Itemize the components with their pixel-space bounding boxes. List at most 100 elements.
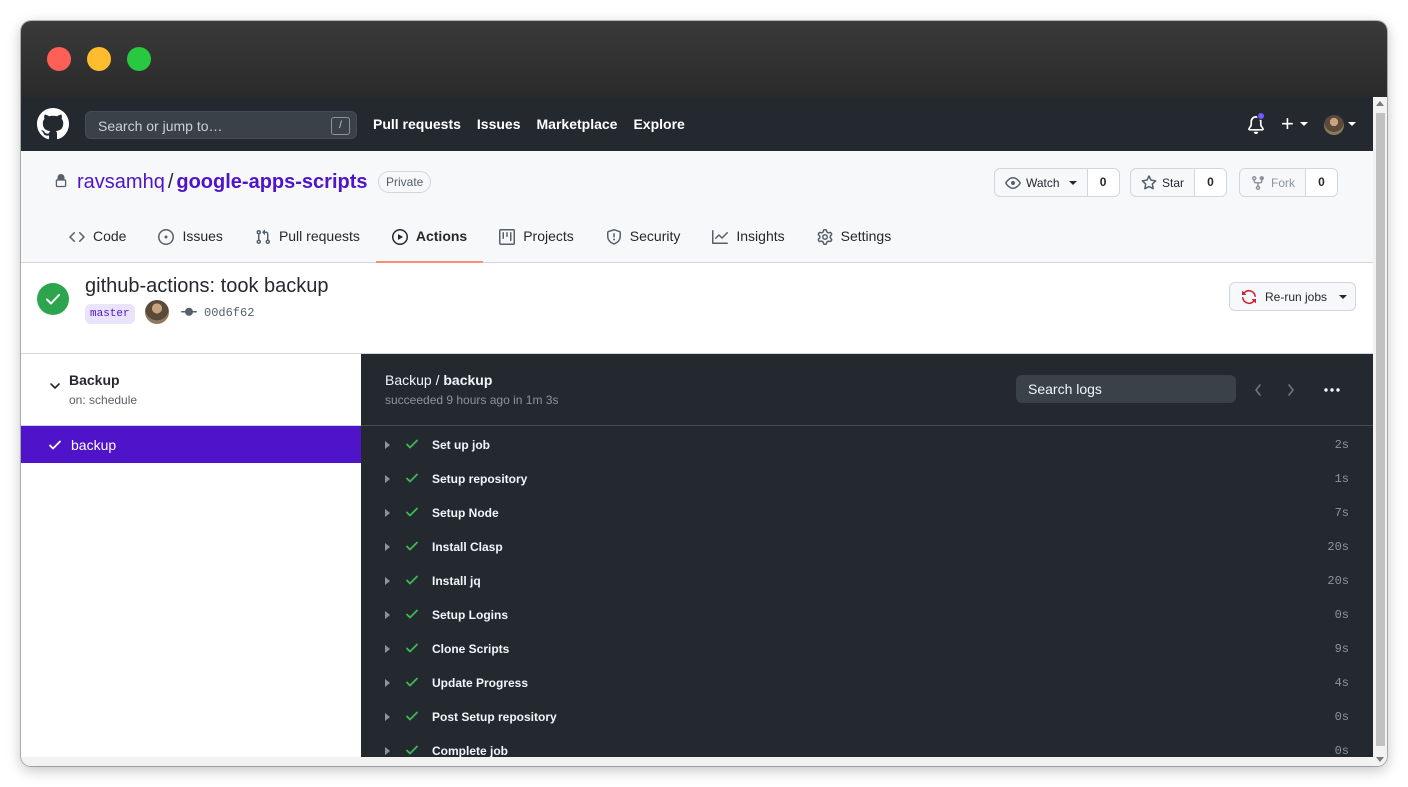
- scrollbar-thumb[interactable]: [1376, 113, 1385, 746]
- step-name: Setup Node: [432, 506, 499, 520]
- notification-indicator: [1257, 112, 1265, 120]
- window-titlebar: [21, 21, 1387, 97]
- kebab-horizontal-icon[interactable]: [1323, 381, 1341, 399]
- page-viewport: Search or jump to… / Pull requests Issue…: [21, 97, 1373, 757]
- scroll-up-arrow-icon[interactable]: [1376, 101, 1384, 106]
- check-icon: [406, 473, 418, 483]
- check-icon: [406, 439, 418, 449]
- step-row[interactable]: Install Clasp 20s: [361, 528, 1373, 562]
- expand-triangle-icon[interactable]: [385, 475, 390, 483]
- close-window-button[interactable]: [47, 47, 71, 71]
- log-job-name: backup: [443, 372, 493, 388]
- watch-button[interactable]: Watch: [995, 169, 1088, 196]
- step-row[interactable]: Install jq 20s: [361, 562, 1373, 596]
- branch-label[interactable]: master: [85, 304, 135, 324]
- expand-triangle-icon[interactable]: [385, 543, 390, 551]
- check-icon: [406, 575, 418, 585]
- tab-projects[interactable]: Projects: [483, 228, 590, 263]
- tab-label: Code: [93, 228, 127, 244]
- global-search-input[interactable]: Search or jump to… /: [85, 111, 357, 139]
- chevron-down-icon[interactable]: [1348, 122, 1356, 126]
- step-name: Update Progress: [432, 676, 529, 690]
- fork-count[interactable]: 0: [1306, 169, 1337, 196]
- expand-triangle-icon[interactable]: [385, 441, 390, 449]
- search-placeholder: Search or jump to…: [98, 118, 223, 134]
- commit-sha-link[interactable]: 00d6f62: [204, 306, 254, 320]
- maximize-window-button[interactable]: [127, 47, 151, 71]
- nav-issues[interactable]: Issues: [477, 116, 521, 132]
- star-count[interactable]: 0: [1195, 169, 1227, 196]
- expand-triangle-icon[interactable]: [385, 577, 390, 585]
- step-row[interactable]: Clone Scripts 9s: [361, 630, 1373, 664]
- tab-settings[interactable]: Settings: [801, 228, 908, 263]
- repo-name-link[interactable]: google-apps-scripts: [176, 171, 367, 193]
- step-duration: 1s: [1334, 472, 1349, 486]
- tab-pull-requests[interactable]: Pull requests: [239, 228, 376, 263]
- step-row[interactable]: Post Setup repository 0s: [361, 698, 1373, 732]
- issue-icon: [158, 229, 175, 245]
- rerun-jobs-button[interactable]: Re-run jobs: [1229, 282, 1356, 311]
- expand-triangle-icon[interactable]: [385, 509, 390, 517]
- repo-owner-link[interactable]: ravsamhq: [77, 171, 165, 193]
- step-name: Install Clasp: [432, 540, 503, 554]
- star-button-group: Star 0: [1130, 168, 1228, 197]
- chevron-right-icon[interactable]: [1286, 383, 1296, 397]
- step-row[interactable]: Update Progress 4s: [361, 664, 1373, 698]
- expand-triangle-icon[interactable]: [385, 747, 390, 755]
- tab-label: Insights: [736, 228, 785, 244]
- job-log-panel: Backup / backup succeeded 9 hours ago in…: [361, 354, 1373, 757]
- step-row[interactable]: Complete job 0s: [361, 732, 1373, 757]
- expand-triangle-icon[interactable]: [385, 645, 390, 653]
- expand-triangle-icon[interactable]: [385, 713, 390, 721]
- search-shortcut-hint: /: [331, 117, 350, 135]
- expand-triangle-icon[interactable]: [385, 679, 390, 687]
- watch-count[interactable]: 0: [1087, 169, 1119, 196]
- nav-pull-requests[interactable]: Pull requests: [373, 116, 461, 132]
- step-list: Set up job 2s Setup repository 1s Setup …: [361, 426, 1373, 757]
- chevron-down-icon: [1339, 294, 1348, 299]
- chevron-down-icon[interactable]: [1300, 122, 1308, 126]
- step-duration: 0s: [1334, 710, 1349, 724]
- horizontal-scrollbar[interactable]: [21, 757, 1373, 766]
- expand-triangle-icon[interactable]: [385, 611, 390, 619]
- step-name: Clone Scripts: [432, 642, 510, 656]
- repo-header: ravsamhq / google-apps-scripts Private Wat…: [21, 151, 1373, 263]
- step-duration: 20s: [1327, 540, 1349, 554]
- step-name: Complete job: [432, 744, 509, 757]
- tab-code[interactable]: Code: [53, 228, 142, 263]
- author-avatar[interactable]: [145, 300, 169, 324]
- graph-icon: [712, 230, 729, 244]
- fork-button[interactable]: Fork: [1240, 169, 1306, 196]
- gear-icon: [817, 229, 833, 245]
- watch-label: Watch: [1026, 175, 1060, 190]
- global-nav: Pull requests Issues Marketplace Explore: [373, 116, 685, 132]
- create-new-icon[interactable]: +: [1281, 111, 1294, 137]
- step-row[interactable]: Setup Logins 0s: [361, 596, 1373, 630]
- step-row[interactable]: Setup repository 1s: [361, 460, 1373, 494]
- github-logo-icon[interactable]: [37, 108, 69, 140]
- nav-marketplace[interactable]: Marketplace: [537, 116, 618, 132]
- step-row[interactable]: Set up job 2s: [361, 426, 1373, 460]
- step-row[interactable]: Setup Node 7s: [361, 494, 1373, 528]
- workflow-summary-link[interactable]: Backup on: schedule: [21, 354, 361, 426]
- step-name: Set up job: [432, 438, 490, 452]
- job-item-backup[interactable]: backup: [21, 426, 361, 463]
- user-avatar[interactable]: [1324, 115, 1344, 135]
- tab-issues[interactable]: Issues: [142, 228, 238, 263]
- minimize-window-button[interactable]: [87, 47, 111, 71]
- scroll-down-arrow-icon[interactable]: [1376, 757, 1384, 762]
- sync-icon: [1242, 289, 1256, 304]
- vertical-scrollbar[interactable]: [1373, 97, 1387, 766]
- chevron-down-icon[interactable]: [49, 380, 61, 392]
- nav-explore[interactable]: Explore: [633, 116, 684, 132]
- pull-request-icon: [256, 229, 270, 245]
- chevron-left-icon[interactable]: [1253, 383, 1263, 397]
- step-duration: 9s: [1334, 642, 1349, 656]
- tab-actions[interactable]: Actions: [375, 228, 484, 263]
- log-title: Backup / backup: [385, 372, 492, 388]
- tab-insights[interactable]: Insights: [696, 228, 800, 263]
- check-icon: [406, 609, 418, 619]
- star-button[interactable]: Star: [1131, 169, 1196, 196]
- search-logs-input[interactable]: Search logs: [1016, 375, 1236, 403]
- tab-security[interactable]: Security: [590, 228, 697, 263]
